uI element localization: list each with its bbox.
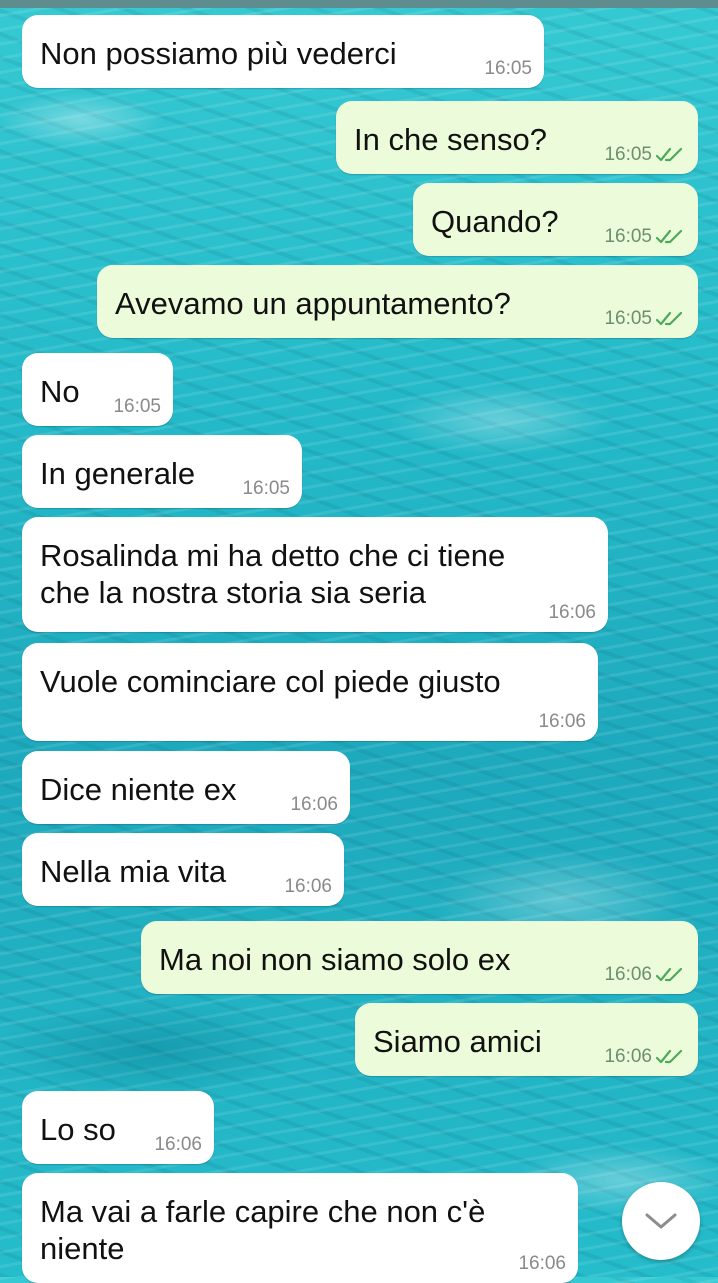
message-text: Ma noi non siamo solo ex (159, 942, 511, 977)
message-time: 16:06 (284, 876, 332, 897)
message-incoming[interactable]: No 16:05 (22, 353, 173, 426)
double-check-icon (656, 229, 683, 243)
message-text: Avevamo un appuntamento? (115, 286, 511, 321)
message-text: Non possiamo più vederci (40, 36, 397, 71)
message-time: 16:06 (548, 602, 596, 623)
message-time: 16:06 (538, 711, 586, 732)
message-incoming[interactable]: Nella mia vita 16:06 (22, 833, 344, 906)
message-text: No (40, 374, 80, 409)
double-check-icon (656, 967, 683, 981)
message-text: Vuole cominciare col piede giusto (40, 664, 501, 699)
message-time: 16:05 (242, 478, 290, 499)
message-text: Quando? (431, 204, 559, 239)
scroll-to-bottom-button[interactable] (622, 1182, 700, 1260)
message-outgoing[interactable]: Quando? 16:05 (413, 183, 698, 256)
message-text: Lo so (40, 1112, 116, 1147)
message-time: 16:05 (484, 58, 532, 79)
message-text: In che senso? (354, 122, 548, 157)
message-outgoing[interactable]: In che senso? 16:05 (336, 101, 698, 174)
message-incoming[interactable]: Dice niente ex 16:06 (22, 751, 350, 824)
double-check-icon (656, 147, 683, 161)
message-time: 16:05 (604, 308, 652, 329)
double-check-icon (656, 311, 683, 325)
message-time: 16:06 (290, 794, 338, 815)
message-incoming[interactable]: Rosalinda mi ha detto che ci tiene che l… (22, 517, 608, 632)
double-check-icon (656, 1049, 683, 1063)
message-incoming[interactable]: Non possiamo più vederci 16:05 (22, 15, 544, 88)
message-time: 16:06 (154, 1134, 202, 1155)
message-text: Ma vai a farle capire che non c'è niente (40, 1194, 486, 1266)
message-time: 16:06 (518, 1253, 566, 1274)
message-text: In generale (40, 456, 196, 491)
message-text: Siamo amici (373, 1024, 542, 1059)
top-status-strip (0, 0, 718, 8)
message-incoming[interactable]: Ma vai a farle capire che non c'è niente… (22, 1173, 578, 1283)
message-text: Rosalinda mi ha detto che ci tiene che l… (40, 538, 506, 610)
message-incoming[interactable]: Lo so 16:06 (22, 1091, 214, 1164)
message-time: 16:05 (604, 226, 652, 247)
message-incoming[interactable]: In generale 16:05 (22, 435, 302, 508)
message-time: 16:05 (604, 144, 652, 165)
message-text: Nella mia vita (40, 854, 227, 889)
message-outgoing[interactable]: Avevamo un appuntamento? 16:05 (97, 265, 698, 338)
message-outgoing[interactable]: Siamo amici 16:06 (355, 1003, 698, 1076)
chevron-down-icon (645, 1213, 677, 1229)
message-time: 16:06 (604, 964, 652, 985)
message-time: 16:05 (113, 396, 161, 417)
message-outgoing[interactable]: Ma noi non siamo solo ex 16:06 (141, 921, 698, 994)
message-time: 16:06 (604, 1046, 652, 1067)
message-text: Dice niente ex (40, 772, 237, 807)
message-incoming[interactable]: Vuole cominciare col piede giusto 16:06 (22, 643, 598, 741)
